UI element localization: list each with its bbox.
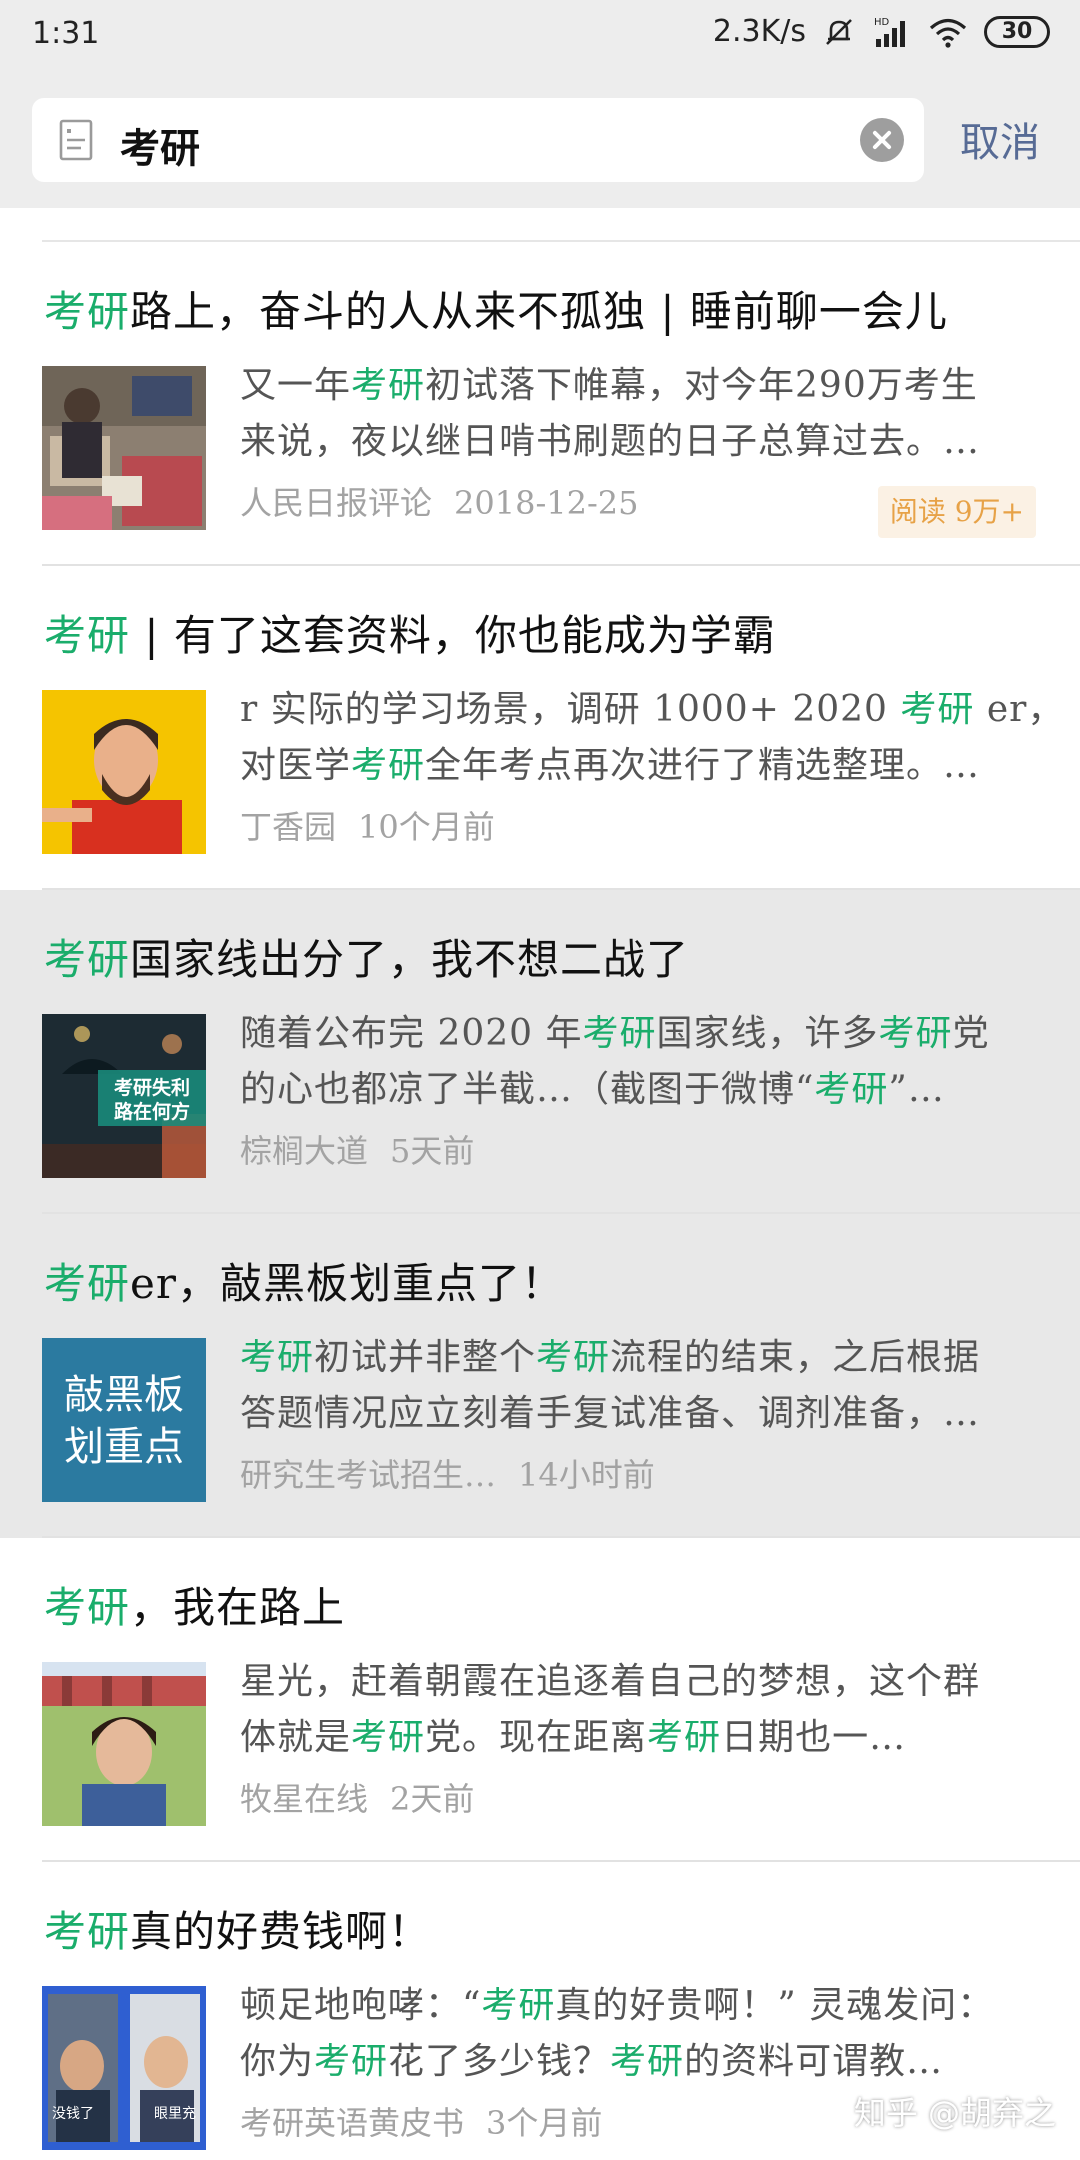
summary-line-2: 对医学考研全年考点再次进行了精选整理。… [240,745,981,786]
result-summary: 随着公布完 2020 年考研国家线，许多考研党 的心也都凉了半截…（截图于微博“… [240,1006,1040,1118]
summary-line-1: 顿足地咆哮：“考研真的好贵啊！” 灵魂发问： [240,1985,995,2026]
result-item[interactable]: 考研 | 有了这套资料，你也能成为学霸 r 实际的学习场景，调研 1000+ 2… [0,566,1080,890]
result-summary: 考研初试并非整个考研流程的结束，之后根据 答题情况应立刻着手复试准备、调剂准备，… [240,1330,1040,1442]
title-keyword: 考研 [44,1907,131,1956]
result-thumbnail [42,1662,206,1826]
result-source: 人民日报评论 [240,484,433,522]
result-meta: 丁香园 10个月前 [240,802,495,848]
thumbnail-caption-1: 考研失利 [114,1076,190,1099]
result-thumbnail [42,366,206,530]
cancel-button[interactable]: 取消 [960,110,1040,168]
summary-line-1: r 实际的学习场景，调研 1000+ 2020 考研 er， [240,689,1040,730]
title-text: 真的好费钱啊！ [130,1907,432,1956]
summary-line-2: 的心也都凉了半截…（截图于微博“考研”… [240,1069,945,1110]
result-title: 考研er，敲黑板划重点了！ [44,1250,564,1311]
search-header: 考研 取消 [0,72,1080,208]
result-summary: 星光，赶着朝霞在追逐着自己的梦想，这个群 体就是考研党。现在距离考研日期也一… [240,1654,1040,1766]
summary-line-1: 星光，赶着朝霞在追逐着自己的梦想，这个群 [240,1661,981,1702]
title-text: er，敲黑板划重点了！ [130,1259,564,1308]
status-bar: 1:31 2.3K/s HD 30 [0,0,1080,72]
result-title: 考研，我在路上 [44,1574,345,1635]
result-summary: 又一年考研初试落下帷幕，对今年290万考生 来说，夜以继日啃书刷题的日子总算过去… [240,358,1040,470]
result-thumbnail: 考研失利 路在何方 [42,1014,206,1178]
summary-line-2: 答题情况应立刻着手复试准备、调剂准备，… [240,1393,981,1434]
result-title: 考研国家线出分了，我不想二战了 [44,926,689,987]
result-item[interactable]: 考研er，敲黑板划重点了！ 敲黑板 划重点 考研初试并非整个考研流程的结束，之后… [0,1214,1080,1538]
thumbnail-caption-2: 路在何方 [114,1100,190,1123]
result-meta: 棕榈大道 5天前 [240,1126,474,1172]
result-summary: 顿足地咆哮：“考研真的好贵啊！” 灵魂发问： 你为考研花了多少钱？考研的资料可谓… [240,1978,1040,2090]
net-speed: 2.3K/s [712,14,806,49]
svg-text:HD: HD [874,17,890,28]
title-keyword: 考研 [44,1583,131,1632]
result-source: 牧星在线 [240,1780,369,1818]
title-text: 国家线出分了，我不想二战了 [130,935,690,984]
result-item[interactable]: 考研，我在路上 星光，赶着朝霞在追逐着自己的梦想，这个群 体就是考研党。现在距离… [0,1538,1080,1862]
battery-icon: 30 [984,15,1050,48]
title-text: 路上，奋斗的人从来不孤独 | 睡前聊一会儿 [130,287,948,336]
clear-search-icon[interactable] [860,118,904,162]
wifi-icon [929,18,967,48]
result-item[interactable]: 考研国家线出分了，我不想二战了 考研失利 路在何方 随着公布完 2020 年考研… [0,890,1080,1214]
summary-line-1: 考研初试并非整个考研流程的结束，之后根据 [240,1337,981,1378]
result-thumbnail [42,690,206,854]
thumbnail-caption-1: 没钱了 [52,2106,94,2122]
title-keyword: 考研 [44,611,131,660]
result-source: 研究生考试招生… [240,1456,497,1494]
title-text: ，我在路上 [130,1583,346,1632]
read-count-badge: 阅读 9万+ [877,486,1036,538]
search-box[interactable]: 考研 [32,98,924,182]
summary-line-2: 你为考研花了多少钱？考研的资料可谓教… [240,2041,944,2082]
result-date: 5天前 [390,1132,475,1170]
summary-line-1: 随着公布完 2020 年考研国家线，许多考研党 [240,1013,990,1054]
result-date: 14小时前 [518,1456,655,1494]
summary-line-1: 又一年考研初试落下帷幕，对今年290万考生 [240,365,978,406]
result-source: 考研英语黄皮书 [240,2104,465,2142]
result-title: 考研路上，奋斗的人从来不孤独 | 睡前聊一会儿 [44,278,948,339]
search-input[interactable]: 考研 [120,116,200,174]
result-date: 2018-12-25 [454,484,639,522]
signal-icon: HD [874,17,905,47]
result-date: 3个月前 [486,2104,603,2142]
thumbnail-caption-1: 敲黑板 [64,1372,184,1418]
status-icons: 2.3K/s HD 30 [713,14,1050,49]
thumbnail-caption-2: 划重点 [64,1424,184,1470]
title-keyword: 考研 [44,1259,131,1308]
title-keyword: 考研 [44,287,131,336]
result-thumbnail: 敲黑板 划重点 [42,1338,206,1502]
title-text: | 有了这套资料，你也能成为学霸 [130,611,776,660]
summary-line-2: 体就是考研党。现在距离考研日期也一… [240,1717,907,1758]
result-item[interactable]: 考研路上，奋斗的人从来不孤独 | 睡前聊一会儿 又一年考研初试落下帷幕，对今年2… [0,242,1080,566]
list-top-divider [42,208,1080,242]
result-meta: 研究生考试招生… 14小时前 [240,1450,655,1496]
result-summary: r 实际的学习场景，调研 1000+ 2020 考研 er， 对医学考研全年考点… [240,682,1040,794]
mute-bell-icon [826,18,852,45]
result-source: 棕榈大道 [240,1132,369,1170]
thumbnail-caption-2: 眼里充 [154,2106,196,2122]
result-source: 丁香园 [240,808,337,846]
result-thumbnail: 没钱了 眼里充 [42,1986,206,2150]
result-meta: 考研英语黄皮书 3个月前 [240,2098,602,2144]
document-icon [59,119,93,161]
results-list: 考研路上，奋斗的人从来不孤独 | 睡前聊一会儿 又一年考研初试落下帷幕，对今年2… [0,208,1080,2160]
status-time: 1:31 [32,16,100,51]
result-title: 考研 | 有了这套资料，你也能成为学霸 [44,602,776,663]
watermark: 知乎 @胡弃之 [853,2094,1056,2132]
title-keyword: 考研 [44,935,131,984]
battery-level: 30 [1001,19,1033,44]
result-title: 考研真的好费钱啊！ [44,1898,431,1959]
result-date: 2天前 [390,1780,475,1818]
result-date: 10个月前 [358,808,495,846]
result-meta: 牧星在线 2天前 [240,1774,474,1820]
summary-line-2: 来说，夜以继日啃书刷题的日子总算过去。… [240,421,981,462]
result-meta: 人民日报评论 2018-12-25 [240,478,639,524]
